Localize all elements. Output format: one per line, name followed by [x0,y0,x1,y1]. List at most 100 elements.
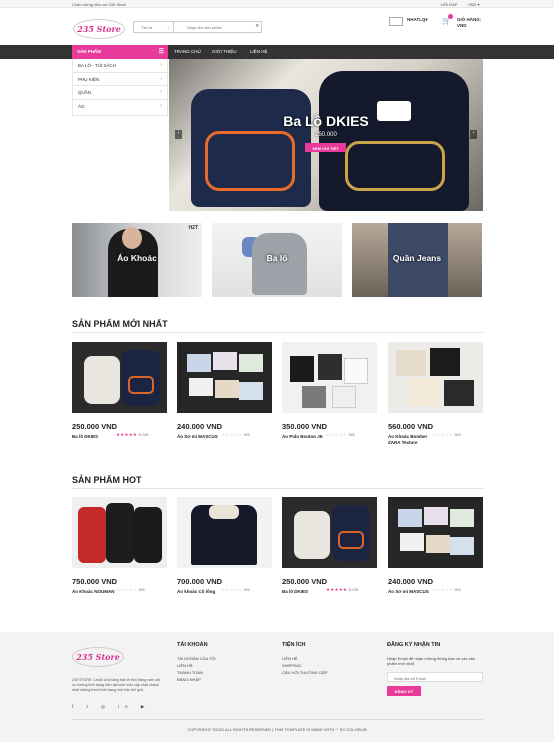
nav-home[interactable]: TRANG CHỦ [174,49,201,54]
product-card[interactable]: 700.000 VND Áo khoác Cổ lông ☆☆☆☆☆ 0/5 [177,497,272,595]
product-card[interactable]: 250.000 VND Ba lô DKIES ★★★★★ 5.0/5 [282,497,377,595]
slider-next-icon[interactable]: › [470,130,477,139]
rating-text: 0/5 [454,587,461,592]
star-rating: ☆☆☆☆☆ 0/5 [432,587,461,592]
product-name[interactable]: Áo Sơ mi MASCUS [388,589,433,595]
product-card[interactable]: 560.000 VND Áo Khoác Bomber ZARA Texture… [388,342,483,445]
hero-title: Ba Lô DKIES [283,113,369,129]
product-price: 700.000 VND [177,577,223,586]
hero-detail-button[interactable]: XEM CHI TIẾT [305,143,346,152]
product-card[interactable]: 240.000 VND Áo Sơ mi MASCUS ☆☆☆☆☆ 0/5 [388,497,483,595]
hot-section-title: SẢN PHẨM HOT [72,475,142,485]
nav-about[interactable]: GIỚI THIỆU [212,49,237,54]
sidebar-item-bags[interactable]: BA LÔ - TÚI XÁCH › [73,59,167,73]
star-rating: ★★★★★ 5.0/5 [326,587,359,592]
sidebar-item-label: ÁO [78,103,85,109]
sidebar-item-label: PHỤ KIỆN [78,76,100,82]
newsletter-title: ĐĂNG KÝ NHẬN TIN [387,642,441,648]
newest-section-title: SẢN PHẨM MỚI NHẤT [72,319,168,329]
banner-tag: H2T [188,225,198,231]
footer-link-contact[interactable]: LIÊN HỆ [177,663,193,668]
chevron-down-icon: ⌄ [166,24,170,29]
product-price: 240.000 VND [388,577,434,586]
product-name[interactable]: Áo Sơ mi MASCUS [177,434,222,440]
sidebar-item-label: QUẦN [78,90,92,95]
cart-label-line2: VND [457,22,467,28]
banner-jeans[interactable]: Quần Jeans [352,223,482,297]
product-name[interactable]: Ba lô DKIES [282,589,327,595]
chevron-right-icon: › [160,89,162,95]
product-image[interactable] [72,342,167,413]
main-nav: SẢN PHẨM ☰ TRANG CHỦ GIỚI THIỆU LIÊN HỆ [0,45,554,59]
product-image[interactable] [282,342,377,413]
slider-prev-icon[interactable]: ‹ [175,130,182,139]
footer-divider [72,719,483,720]
product-name[interactable]: Áo Polo Bouton JK [282,434,327,440]
product-card[interactable]: 750.000 VND Áo Khoác NOUMAN ☆☆☆☆☆ 0/5 [72,497,167,595]
cart-icon[interactable]: 🛒 [442,14,453,25]
product-image[interactable] [177,497,272,568]
product-card[interactable]: 350.000 VND Áo Polo Bouton JK ☆☆☆☆☆ 0/5 [282,342,377,440]
menu-icon: ☰ [158,49,164,55]
products-menu-label: SẢN PHẨM [77,49,102,54]
footer-link-login[interactable]: ĐĂNG NHẬP [177,677,201,682]
rating-text: 5.0/5 [348,587,359,592]
cart-badge [448,14,453,19]
footer-link-shipping[interactable]: SHIPPING [282,663,301,668]
search-bar: Tất cả ⌄ ⌕ [133,21,262,33]
product-image[interactable] [282,497,377,568]
footer-link-account[interactable]: TÀI KHOẢN CỦA TÔI [177,656,216,661]
newsletter-email-input[interactable] [387,672,483,682]
star-rating: ☆☆☆☆☆ 0/5 [116,587,145,592]
products-menu-toggle[interactable]: SẢN PHẨM ☰ [72,45,168,59]
help-link[interactable]: HỎI ĐÁP [441,2,457,7]
product-card[interactable]: 240.000 VND Áo Sơ mi MASCUS ☆☆☆☆☆ 0/5 [177,342,272,440]
cart-label[interactable]: GIỎ HÀNG: VND [457,17,481,28]
cart-label-line1: GIỎ HÀNG: [457,17,482,22]
newsletter-description: Nhập Email để nhận những thông báo về cá… [387,656,476,666]
search-icon[interactable]: ⌕ [256,23,259,30]
product-name[interactable]: Ba lô DKIES [72,434,117,440]
model-head [122,227,142,249]
footer-link-faq[interactable]: CÂU HỎI THƯỜNG GẶP [282,670,327,675]
footer-logo[interactable]: 235 Store [72,647,124,667]
header: 235 Store Tất cả ⌄ ⌕ NHATLQ▾ 🛒 GIỎ HÀNG:V… [0,8,554,45]
footer-link-checkout[interactable]: THANH TOÁN [177,670,203,675]
banner-label: Ba lô [266,253,288,263]
social-icons[interactable]: f t ◎ in ▶ [72,704,150,710]
banner-backpacks[interactable]: Ba lô [212,223,342,297]
rating-text: 0/5 [243,587,250,592]
product-name[interactable]: Áo Khoác NOUMAN [72,589,117,595]
language-select[interactable]: NHATLQ▾ [407,17,428,23]
banner-jackets[interactable]: H2T Áo Khoác [72,223,202,297]
chevron-right-icon: › [160,62,162,68]
rating-text: 0/5 [243,432,250,437]
product-price: 560.000 VND [388,422,434,431]
nav-contact[interactable]: LIÊN HỆ [250,49,268,54]
product-card[interactable]: 250.000 VND Ba lô DKIES ★★★★★ 5.0/5 [72,342,167,440]
chevron-right-icon: › [160,75,162,82]
product-image[interactable] [72,497,167,568]
sidebar-item-shirts[interactable]: ÁO › [73,100,167,114]
product-price: 250.000 VND [72,422,118,431]
product-image[interactable] [388,497,483,568]
currency-select[interactable]: VND ▾ [468,2,480,7]
sidebar-item-accessories[interactable]: PHỤ KIỆN › [73,73,167,86]
backpack-image [252,233,307,295]
star-rating: ☆☆☆☆☆ 0/5 [221,587,250,592]
category-sidebar: BA LÔ - TÚI XÁCH › PHỤ KIỆN › QUẦN › ÁO › [72,59,168,116]
footer-link-contact[interactable]: LIÊN HỆ [282,656,298,661]
sidebar-item-label: BA LÔ - TÚI XÁCH [78,63,116,68]
product-name[interactable]: Áo khoác Cổ lông [177,589,222,595]
rating-text: 0/5 [454,432,461,437]
search-input[interactable] [175,22,253,32]
footer: 235 Store 235 STORE: Chuỗi cửa hàng bán … [0,632,554,742]
product-image[interactable] [388,342,483,413]
product-image[interactable] [177,342,272,413]
product-name[interactable]: Áo Khoác Bomber ZARA Texture [388,434,433,445]
newsletter-subscribe-button[interactable]: ĐĂNG KÝ [387,686,421,696]
sidebar-item-pants[interactable]: QUẦN › [73,86,167,100]
search-category-select[interactable]: Tất cả ⌄ [134,22,174,32]
logo[interactable]: 235 Store [73,19,125,39]
hero-backpack-image [191,89,311,207]
